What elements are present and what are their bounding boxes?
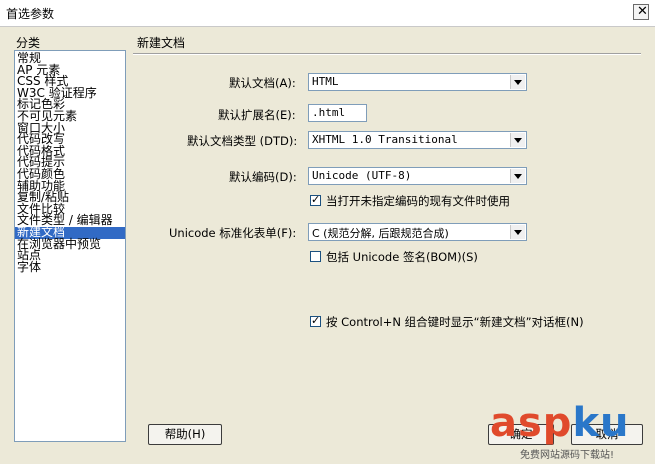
chevron-down-icon <box>510 169 525 183</box>
title-bar: 首选参数 ✕ <box>0 0 655 27</box>
category-list[interactable]: 常规 AP 元素 CSS 样式 W3C 验证程序 标记色彩 不可见元素 窗口大小 代码改写 代码… <box>14 50 126 442</box>
normalize-select[interactable]: C (规范分解, 后跟规范合成) <box>308 223 527 241</box>
doctype-value: XHTML 1.0 Transitional <box>312 133 458 146</box>
default-ext-input[interactable]: .html <box>308 104 367 122</box>
encoding-label: 默认编码(D): <box>229 170 297 184</box>
chevron-down-icon <box>510 133 525 147</box>
normalize-label: Unicode 标准化表单(F): <box>169 226 297 240</box>
bom-label: 包括 Unicode 签名(BOM)(S) <box>326 250 478 264</box>
panel-divider <box>133 53 641 55</box>
close-button[interactable]: ✕ <box>633 4 649 20</box>
encoding-value: Unicode (UTF-8) <box>312 169 412 182</box>
normalize-value: C (规范分解, 后跟规范合成) <box>312 227 449 240</box>
chevron-down-icon <box>510 75 525 89</box>
category-item[interactable]: 字体 <box>15 261 125 274</box>
default-doc-select[interactable]: HTML <box>308 73 527 91</box>
default-doc-value: HTML <box>312 75 339 88</box>
doctype-select[interactable]: XHTML 1.0 Transitional <box>308 131 527 149</box>
bom-checkbox[interactable] <box>310 251 321 262</box>
watermark-logo: aspku <box>490 400 630 446</box>
use-encoding-checkbox[interactable] <box>310 193 321 206</box>
watermark-ku: ku <box>572 400 630 446</box>
use-encoding-label: 当打开未指定编码的现有文件时使用 <box>326 194 510 208</box>
help-button[interactable]: 帮助(H) <box>148 424 222 445</box>
chevron-down-icon <box>510 225 525 239</box>
panel-title: 新建文档 <box>137 36 186 50</box>
doctype-label: 默认文档类型 (DTD): <box>187 134 298 148</box>
encoding-select[interactable]: Unicode (UTF-8) <box>308 167 527 185</box>
window-title: 首选参数 <box>6 7 55 21</box>
watermark-asp: asp <box>490 400 573 446</box>
ctrl-n-checkbox[interactable] <box>310 314 321 327</box>
ctrl-n-label: 按 Control+N 组合键时显示“新建文档”对话框(N) <box>326 315 584 329</box>
category-label: 分类 <box>16 36 41 50</box>
default-ext-label: 默认扩展名(E): <box>218 108 296 122</box>
watermark-subtitle: 免费网站源码下载站! <box>520 450 615 461</box>
default-doc-label: 默认文档(A): <box>229 76 296 90</box>
close-icon: ✕ <box>637 4 648 19</box>
